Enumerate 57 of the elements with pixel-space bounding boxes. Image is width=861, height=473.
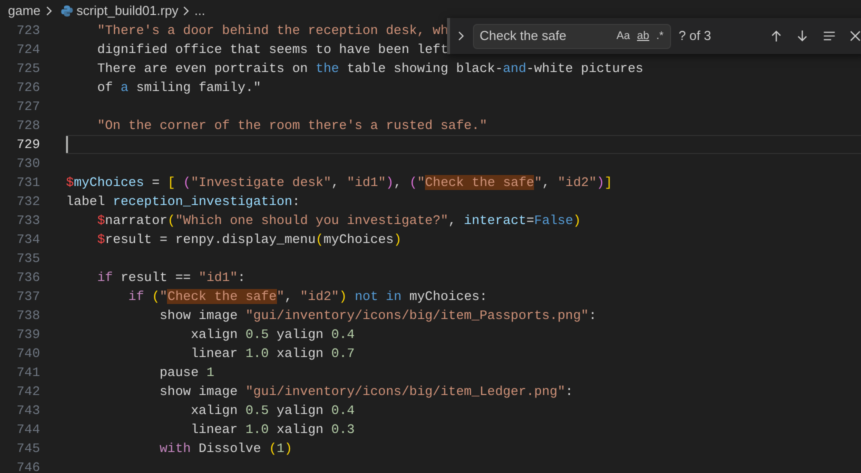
- breadcrumb-more[interactable]: ...: [194, 0, 206, 20]
- code-line: if ("Check the safe", "id2") not in myChoices:: [127, 288, 488, 306]
- line-number: 740: [16, 344, 41, 363]
- chevron-right-icon: [44, 6, 53, 16]
- code-line: with Dissolve (1): [158, 440, 292, 458]
- line-number: 742: [16, 382, 41, 401]
- line-number: 746: [16, 458, 41, 473]
- line-number: 725: [16, 60, 41, 78]
- line-number: 724: [16, 40, 41, 59]
- line-number: 741: [16, 364, 41, 382]
- code-line: label reception_investigation:: [66, 192, 300, 211]
- line-number: 738: [16, 306, 41, 325]
- code-line: show image "gui/inventory/icons/big/item_Ledger.png":: [158, 382, 574, 401]
- line-number: 734: [16, 230, 41, 249]
- code-line: "On the corner of the room there's a rusted safe.": [96, 116, 488, 135]
- line-number: 735: [16, 250, 41, 268]
- match-count: ? of 3: [678, 27, 712, 46]
- code-line: if result == "id1":: [96, 268, 246, 287]
- code-line: xalign 0.5 yalign 0.4: [190, 326, 355, 344]
- line-number: 745: [16, 440, 41, 458]
- line-number: 726: [16, 78, 41, 97]
- code-line: "There's a door behind the reception desk, wh: [96, 22, 448, 40]
- line-number: 731: [16, 174, 41, 192]
- whole-word-toggle[interactable]: ab: [635, 28, 652, 44]
- python-file-icon: [60, 4, 73, 16]
- chevron-right-icon: [182, 6, 190, 16]
- line-number: 737: [16, 288, 41, 306]
- code-line: $narrator("Which one should you investigate?", interact=False): [96, 212, 581, 230]
- code-line: show image "gui/inventory/icons/big/item_Passports.png":: [158, 306, 597, 325]
- line-number: 727: [16, 98, 41, 116]
- find-input[interactable]: Check the safe Aa ab .*: [472, 24, 671, 48]
- breadcrumb-folder[interactable]: game: [8, 0, 41, 20]
- text-cursor: [66, 136, 68, 153]
- code-line: linear 1.0 xalign 0.7: [190, 344, 355, 363]
- code-line: pause 1: [158, 364, 214, 382]
- line-number: 730: [16, 154, 41, 173]
- breadcrumb-file[interactable]: script_build01.rpy: [76, 0, 178, 20]
- match-case-toggle[interactable]: Aa: [614, 28, 632, 44]
- code-line: $myChoices = [ ("Investigate desk", "id1"), ("Check the safe", "id2")]: [66, 174, 612, 192]
- regex-toggle[interactable]: .*: [654, 28, 666, 44]
- code-line: dignified office that seems to have been left: [96, 40, 448, 59]
- line-number: 736: [16, 268, 41, 287]
- code-line: xalign 0.5 yalign 0.4: [190, 402, 355, 420]
- code-line: $result = renpy.display_menu(myChoices): [96, 230, 402, 249]
- line-number: 723: [16, 22, 41, 40]
- code-line: linear 1.0 xalign 0.3: [190, 420, 355, 439]
- chevron-right-icon[interactable]: [457, 30, 466, 42]
- line-number: 733: [16, 212, 41, 230]
- code-line: There are even portraits on the table showing black-and-white pictures: [96, 60, 644, 78]
- code-line: of a smiling family.": [96, 78, 262, 97]
- close-icon[interactable]: [848, 28, 861, 44]
- line-number: 729: [16, 136, 41, 154]
- line-number: 739: [16, 326, 41, 344]
- line-number: 743: [16, 402, 41, 420]
- line-number: 732: [16, 192, 41, 211]
- line-number: 728: [16, 116, 41, 135]
- line-number: 744: [16, 420, 41, 439]
